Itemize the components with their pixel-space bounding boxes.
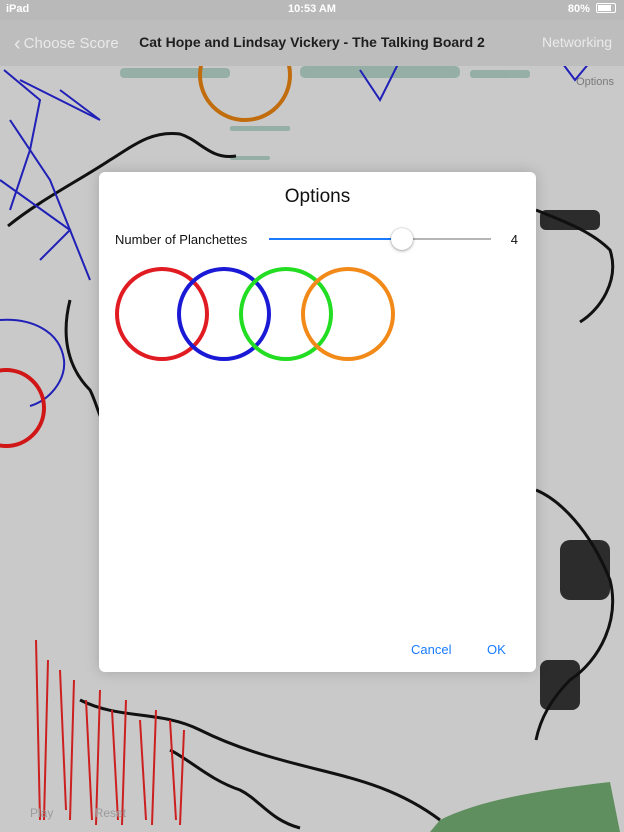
play-button[interactable]: Play — [30, 806, 53, 820]
planchettes-slider-value: 4 — [510, 232, 518, 247]
networking-button[interactable]: Networking — [542, 34, 612, 50]
ok-button[interactable]: OK — [487, 642, 506, 657]
planchettes-slider-label: Number of Planchettes — [115, 232, 248, 247]
bottom-toolbar: Play Reset — [30, 806, 164, 820]
planchettes-slider[interactable] — [269, 228, 491, 250]
planchette-circle — [301, 267, 395, 361]
planchette-preview — [115, 267, 395, 361]
battery-percent: 80% — [567, 3, 590, 15]
page-title: Cat Hope and Lindsay Vickery - The Talki… — [139, 34, 485, 50]
cancel-button[interactable]: Cancel — [411, 642, 451, 657]
slider-track-fill — [269, 238, 403, 240]
battery-status: 80% — [568, 3, 616, 15]
options-dialog: Options Number of Planchettes 4 Cancel O… — [99, 172, 536, 672]
reset-button[interactable]: Reset — [95, 806, 126, 820]
status-bar: iPad 10:53 AM 80% — [0, 0, 624, 20]
options-button[interactable]: Options — [576, 76, 614, 88]
dialog-title: Options — [284, 186, 351, 207]
navigation-bar: ‹ Choose Score Cat Hope and Lindsay Vicke… — [0, 20, 624, 66]
clock: 10:53 AM — [288, 3, 336, 15]
slider-thumb[interactable] — [391, 228, 414, 250]
battery-icon — [596, 3, 616, 13]
